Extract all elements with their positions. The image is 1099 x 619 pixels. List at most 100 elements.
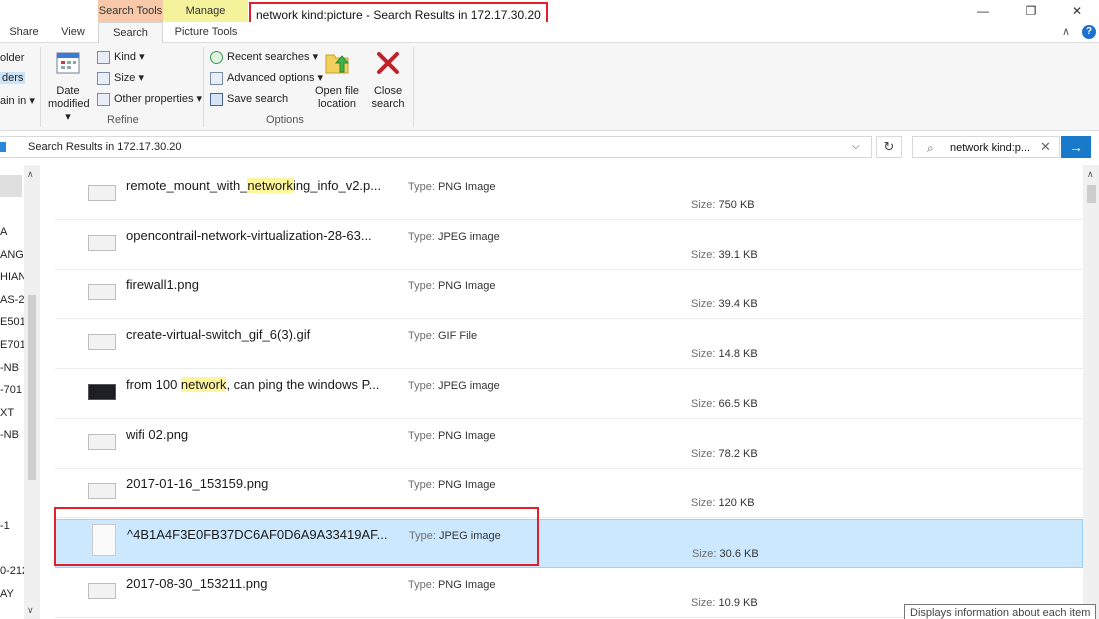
file-type: Type: JPEG image — [408, 380, 500, 392]
file-size: Size: 10.9 KB — [691, 597, 758, 609]
file-name-text: 2017-08-30_153211.png — [126, 575, 268, 591]
nav-item[interactable]: AY — [0, 588, 14, 600]
advanced-options-button[interactable]: Advanced options ▾ — [210, 69, 323, 87]
size-button[interactable]: Size ▾ — [97, 69, 144, 87]
nav-selected-item[interactable] — [0, 175, 22, 197]
maximize-icon: ❐ — [1025, 4, 1037, 18]
close-button[interactable]: ✕ — [1054, 0, 1099, 22]
scroll-up-icon[interactable]: ∧ — [27, 169, 34, 180]
search-icon: ⌕ — [927, 141, 934, 155]
file-name-text: create-virtual-switch_gif_6(3).gif — [126, 327, 311, 343]
nav-item[interactable]: -1 — [0, 520, 10, 532]
tab-picture-tools[interactable]: Picture Tools — [168, 22, 244, 43]
results-scroll-thumb[interactable] — [1087, 185, 1096, 203]
context-tab-search-tools[interactable]: Search Tools — [98, 0, 163, 22]
size-label: Size: — [692, 547, 717, 560]
size-label: Size: — [691, 596, 716, 609]
file-type: Type: PNG Image — [408, 280, 495, 292]
search-input[interactable]: ⌕ network kind:p... ✕ — [912, 136, 1060, 158]
ribbon-separator — [413, 47, 414, 127]
size-label: Size: — [691, 248, 716, 261]
nav-item[interactable]: -701 — [0, 384, 22, 396]
tooltip: Displays information about each item — [904, 604, 1097, 619]
other-properties-button[interactable]: Other properties ▾ — [97, 90, 202, 108]
chevron-down-icon[interactable]: ⌵ — [852, 141, 860, 152]
file-size: Size: 78.2 KB — [691, 448, 758, 460]
red-x-icon — [377, 52, 399, 74]
file-name: opencontrail-network-virtualization-28-6… — [126, 228, 372, 243]
type-label: Type: — [408, 479, 435, 492]
clear-search-icon[interactable]: ✕ — [1040, 139, 1051, 155]
nav-item[interactable]: -NB — [0, 362, 19, 374]
file-thumbnail — [88, 284, 116, 301]
nav-item[interactable]: AS-2 — [0, 294, 24, 306]
file-size: Size: 30.6 KB — [692, 548, 759, 560]
address-bar[interactable]: Search Results in 172.17.30.20 ⌵ — [0, 136, 872, 158]
type-value: PNG Image — [437, 181, 496, 193]
size-label: Size ▾ — [114, 72, 144, 84]
maximize-button[interactable]: ❐ — [1008, 0, 1054, 22]
search-query: network kind:p... — [950, 142, 1031, 154]
result-row[interactable]: create-virtual-switch_gif_6(3).gif Type: … — [55, 320, 1083, 370]
save-search-button[interactable]: Save search — [210, 90, 288, 108]
scroll-up-icon[interactable]: ∧ — [1087, 169, 1094, 180]
open-file-location-button[interactable]: Open file location — [313, 49, 361, 111]
ribbon-cut-item-1[interactable]: older — [0, 52, 24, 64]
tab-search[interactable]: Search — [98, 22, 163, 44]
file-size: Size: 66.5 KB — [691, 398, 758, 410]
save-search-label: Save search — [227, 93, 289, 105]
tab-share[interactable]: Share — [8, 22, 40, 43]
nav-item[interactable]: A — [0, 226, 7, 238]
file-thumbnail — [88, 483, 116, 500]
calendar-icon — [56, 52, 80, 74]
close-icon: ✕ — [1071, 4, 1083, 18]
scroll-down-icon[interactable]: ∨ — [27, 605, 34, 616]
date-modified-button[interactable]: Date modified ▾ — [48, 49, 90, 124]
ribbon-cut-item-3[interactable]: ain in ▾ — [0, 94, 35, 107]
size-label: Size: — [691, 298, 716, 311]
close-search-button[interactable]: Close search — [368, 49, 408, 111]
result-row[interactable]: remote_mount_with_networking_info_v2.p..… — [55, 173, 1083, 220]
file-name: firewall1.png — [126, 277, 199, 292]
ribbon: older ders ain in ▾ Date modified ▾ Kind… — [0, 43, 1099, 131]
nav-item[interactable]: -NB — [0, 429, 19, 441]
date-modified-label: Date modified ▾ — [48, 85, 90, 123]
result-row[interactable]: firewall1.png Type: PNG Image Size: 39.4 K… — [55, 270, 1083, 320]
nav-scrollbar[interactable]: ∧ ∨ — [24, 165, 40, 619]
context-tab-manage[interactable]: Manage — [163, 0, 248, 22]
file-name-text: ing_info_v2.p... — [292, 178, 382, 193]
recent-searches-button[interactable]: Recent searches ▾ — [210, 48, 318, 66]
result-row[interactable]: from 100 network, can ping the windows P… — [55, 370, 1083, 419]
file-size: Size: 14.8 KB — [691, 348, 758, 360]
title-bar: Search Tools Manage network kind:picture… — [0, 0, 1099, 28]
file-type: Type: PNG Image — [408, 430, 495, 442]
collapse-ribbon-icon[interactable]: ∧ — [1062, 25, 1076, 39]
size-value: 30.6 KB — [719, 547, 759, 560]
search-go-button[interactable]: → — [1061, 136, 1091, 158]
results-scrollbar[interactable]: ∧ — [1083, 165, 1099, 619]
minimize-button[interactable]: — — [960, 0, 1006, 22]
nav-scroll-thumb[interactable] — [28, 295, 36, 480]
refresh-button[interactable]: ↻ — [876, 136, 902, 158]
size-icon — [97, 71, 110, 85]
type-value: PNG Image — [437, 429, 496, 442]
ribbon-cut-item-2[interactable]: ders — [0, 72, 26, 84]
file-thumbnail — [88, 383, 116, 400]
size-value: 39.1 KB — [718, 248, 758, 261]
type-value: GIF File — [437, 330, 478, 343]
address-path: Search Results in 172.17.30.20 — [28, 141, 182, 153]
result-row[interactable]: opencontrail-network-virtualization-28-6… — [55, 221, 1083, 270]
nav-item[interactable]: ANG — [0, 249, 24, 261]
file-type: Type: PNG Image — [408, 579, 495, 591]
advanced-options-label: Advanced options ▾ — [227, 72, 324, 84]
file-name-text: remote_mount_with_ — [126, 178, 248, 193]
file-name: wifi 02.png — [126, 427, 188, 442]
nav-item[interactable]: XT — [0, 407, 14, 419]
other-properties-label: Other properties ▾ — [114, 93, 203, 105]
save-icon — [210, 92, 223, 106]
result-row[interactable]: wifi 02.png Type: PNG Image Size: 78.2 KB — [55, 420, 1083, 469]
help-icon[interactable]: ? — [1082, 25, 1096, 39]
tab-view[interactable]: View — [58, 22, 88, 43]
kind-button[interactable]: Kind ▾ — [97, 48, 145, 66]
size-value: 39.4 KB — [718, 298, 758, 311]
